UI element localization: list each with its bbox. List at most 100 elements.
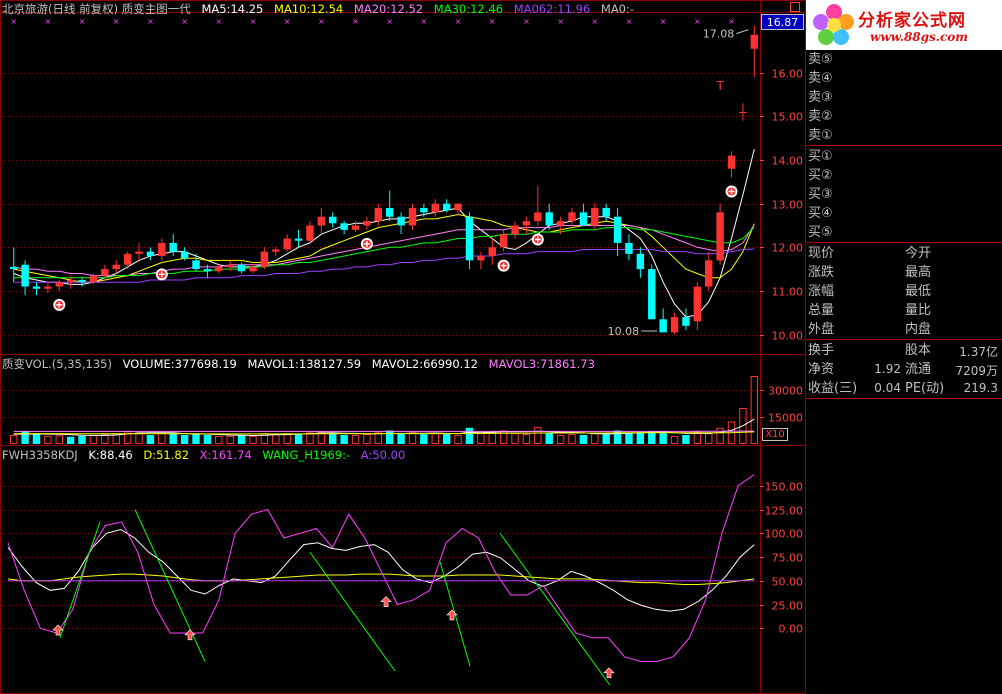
volume-bar	[66, 436, 75, 444]
top-x-marker: ×	[215, 17, 222, 26]
candle	[716, 203, 724, 265]
volume-bar	[556, 435, 565, 444]
buy-arrow-icon	[380, 596, 392, 607]
candle	[431, 199, 439, 217]
candle-body	[591, 208, 599, 226]
candle-body	[534, 212, 542, 222]
top-x-marker: ×	[79, 17, 86, 26]
fin-label-eps: 收益(三)	[808, 381, 858, 396]
candle-body	[556, 221, 565, 226]
candle-body	[739, 112, 747, 113]
volume-bar	[374, 432, 383, 444]
volume-bar	[226, 435, 234, 444]
buy-signal-marker	[53, 298, 66, 311]
quote-label-vol-ratio: 量比	[905, 303, 932, 318]
volume-bar	[602, 434, 610, 444]
ma0-value: MA0:-	[600, 2, 635, 16]
buy-signal-marker	[360, 237, 373, 250]
volume-bar	[682, 435, 690, 444]
quote-label-low: 最低	[905, 284, 932, 299]
candle-body	[750, 34, 759, 49]
quote-label-high: 最高	[905, 265, 932, 280]
candle	[454, 203, 462, 215]
candle	[294, 229, 303, 248]
buy-signal-marker	[497, 259, 510, 272]
top-x-marker: ×	[523, 17, 530, 26]
buy-signal-marker	[725, 185, 738, 198]
candle	[123, 251, 132, 270]
candle-body	[89, 275, 98, 283]
stock-chart[interactable]: 10.00 11.00 12.00 13.00 14.00 15.00 16.00 × × × × ×…	[0, 0, 806, 694]
candle-body	[568, 212, 576, 222]
top-x-marker: ×	[284, 17, 291, 26]
fin-label-shares: 股本	[905, 343, 932, 358]
volume-bar	[522, 434, 531, 445]
candle	[613, 208, 622, 256]
fin-label-net-assets: 净资	[808, 362, 835, 377]
candle	[340, 221, 348, 235]
top-x-marker: ×	[147, 17, 154, 26]
volume-bar	[488, 432, 496, 444]
candle-body	[66, 280, 75, 283]
quote-label-volume: 总量	[808, 303, 835, 318]
volume-value: VOLUME:377698.19	[122, 357, 237, 371]
volume-bar	[716, 427, 724, 444]
candle-body	[499, 234, 508, 248]
candle	[511, 221, 519, 239]
candle-body	[659, 319, 667, 333]
candle-body	[625, 242, 633, 254]
fin-value-eps: 0.04	[874, 381, 901, 395]
sell-level-1: 卖①	[808, 128, 833, 143]
logo-text: 分析家公式网	[858, 11, 966, 31]
candle-body	[385, 208, 394, 217]
high-price-label: 17.08	[703, 28, 735, 41]
top-x-marker: ×	[455, 17, 462, 26]
volume-bar	[431, 433, 439, 445]
candle	[55, 280, 63, 291]
candle-body	[317, 216, 326, 226]
volume-header: 质变VOL.(5,35,135) VOLUME:377698.19 MAVOL1…	[2, 357, 602, 371]
candle-body	[397, 216, 405, 226]
sell-level-3: 卖③	[808, 90, 833, 105]
window-toggle-icon[interactable]	[790, 2, 800, 12]
buy-level-2: 买②	[808, 168, 833, 183]
kdj-trend-line	[134, 509, 206, 662]
candle-body	[215, 266, 223, 272]
top-x-marker: ×	[694, 17, 701, 26]
candle	[32, 282, 41, 296]
candle	[363, 216, 371, 230]
quote-label-inner: 内盘	[905, 322, 932, 337]
candle	[739, 103, 747, 121]
candle	[78, 277, 86, 287]
volume-bar	[9, 435, 18, 444]
candle-body	[249, 266, 257, 272]
candle-body	[420, 208, 428, 213]
volume-bar	[89, 435, 98, 444]
volume-bar	[534, 426, 542, 444]
candle	[146, 247, 155, 261]
candle	[705, 251, 713, 291]
candle	[397, 212, 405, 235]
candle-body	[329, 216, 337, 224]
volume-bar	[306, 432, 314, 444]
high-price-arrow	[736, 29, 749, 35]
candle-body	[670, 317, 679, 333]
ma5-value: MA5:14.25	[201, 2, 264, 16]
divider	[806, 339, 1002, 340]
volume-bar	[249, 435, 257, 444]
kdj-trend-line	[59, 521, 101, 638]
buy-level-3: 买③	[808, 187, 833, 202]
candle-body	[169, 242, 177, 252]
volume-bar	[237, 435, 246, 444]
candle	[351, 221, 360, 232]
fin-value-net-assets: 1.92	[874, 362, 901, 376]
k-value: K:88.46	[88, 448, 133, 462]
top-x-marker: ×	[591, 17, 598, 26]
top-x-marker: ×	[660, 17, 667, 26]
volume-bar	[568, 434, 576, 445]
candle-body	[237, 264, 246, 272]
candle-body	[545, 212, 553, 226]
fin-value-pe: 219.3	[963, 381, 998, 395]
volume-bar	[101, 434, 109, 445]
top-x-marker: ×	[421, 17, 428, 26]
